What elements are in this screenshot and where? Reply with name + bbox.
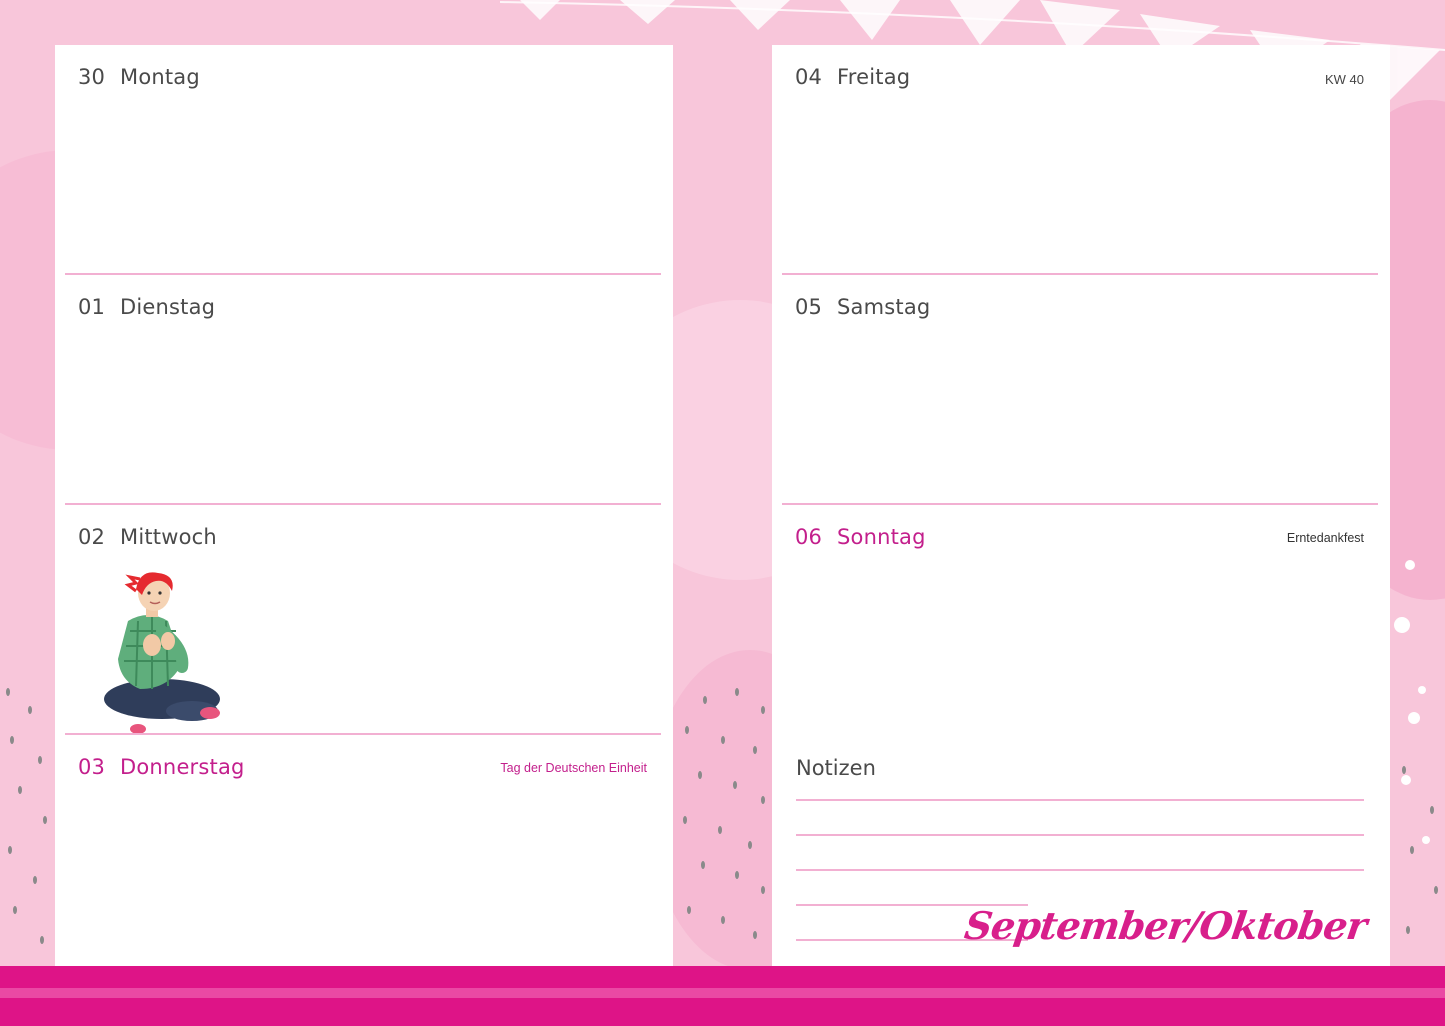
day-block-sunday[interactable]: 06 Sonntag Erntedankfest — [772, 505, 1390, 735]
holiday-note: Erntedankfest — [1286, 531, 1364, 545]
day-number: 02 — [78, 525, 106, 549]
day-heading: 03 Donnerstag — [78, 755, 245, 779]
dot-pattern-decoration — [6, 688, 47, 944]
month-label: September/Oktober — [961, 903, 1370, 948]
day-number: 30 — [78, 65, 106, 89]
day-name: Samstag — [837, 295, 931, 319]
day-heading: 01 Dienstag — [78, 295, 215, 319]
day-number: 06 — [795, 525, 823, 549]
day-name: Donnerstag — [120, 755, 245, 779]
day-name: Dienstag — [120, 295, 216, 319]
day-block-tuesday[interactable]: 01 Dienstag — [55, 275, 673, 505]
band-stripe — [0, 988, 1445, 998]
day-number: 05 — [795, 295, 823, 319]
right-planner-page: 04 Freitag KW 40 05 Samstag 06 Sonntag Ernt… — [772, 45, 1390, 966]
day-heading: 02 Mittwoch — [78, 525, 217, 549]
day-heading: 05 Samstag — [795, 295, 930, 319]
day-block-saturday[interactable]: 05 Samstag — [772, 275, 1390, 505]
notes-line[interactable] — [796, 799, 1364, 801]
notes-line[interactable] — [796, 869, 1364, 871]
day-heading: 06 Sonntag — [795, 525, 926, 549]
bottom-decorative-band — [0, 966, 1445, 1026]
notes-heading: Notizen — [796, 756, 876, 780]
day-heading: 30 Montag — [78, 65, 200, 89]
day-block-monday[interactable]: 30 Montag — [55, 45, 673, 275]
left-planner-page: 30 Montag 01 Dienstag 02 Mittwoch 03 Don… — [55, 45, 673, 966]
day-block-thursday[interactable]: 03 Donnerstag Tag der Deutschen Einheit — [55, 735, 673, 965]
day-name: Montag — [120, 65, 200, 89]
notes-line[interactable] — [796, 834, 1364, 836]
week-number-label: KW 40 — [1324, 72, 1364, 87]
day-number: 04 — [795, 65, 823, 89]
day-name: Sonntag — [837, 525, 926, 549]
girl-sitting-illustration — [104, 572, 220, 734]
day-name: Freitag — [837, 65, 911, 89]
dot-pattern-decoration — [683, 688, 765, 939]
day-block-friday[interactable]: 04 Freitag KW 40 — [772, 45, 1390, 275]
day-heading: 04 Freitag — [795, 65, 910, 89]
day-name: Mittwoch — [120, 525, 217, 549]
day-number: 03 — [78, 755, 106, 779]
holiday-note: Tag der Deutschen Einheit — [500, 761, 647, 775]
dot-pattern-decoration — [1394, 560, 1438, 934]
day-number: 01 — [78, 295, 106, 319]
